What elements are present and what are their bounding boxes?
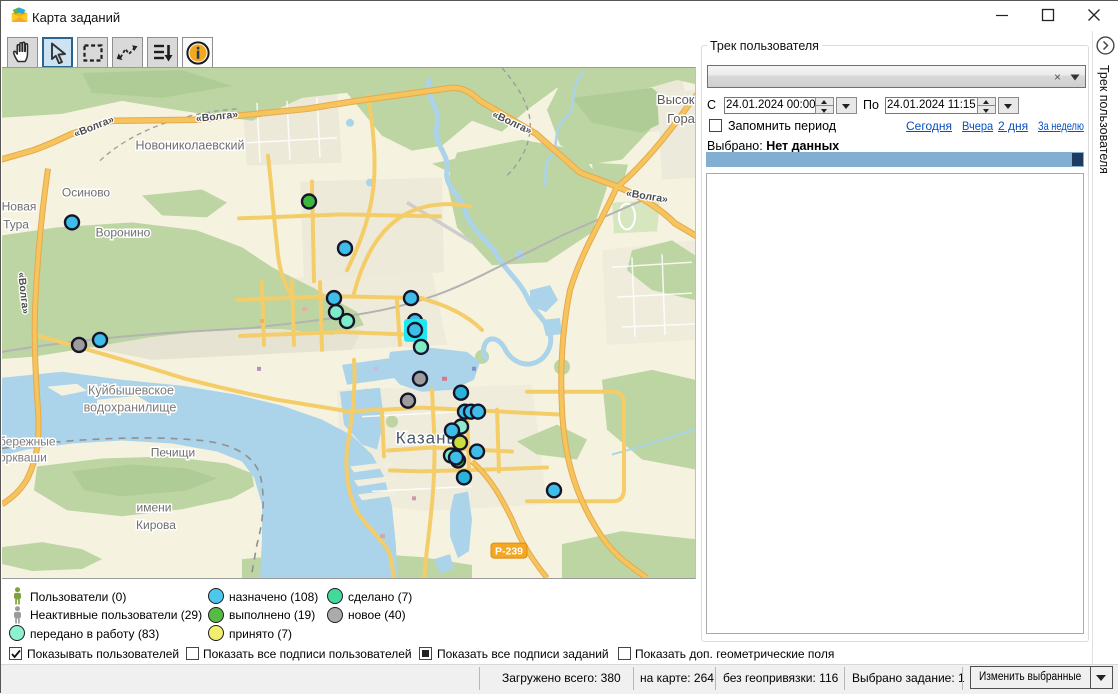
svg-text:Высокая: Высокая xyxy=(657,92,695,107)
svg-text:Тура: Тура xyxy=(3,217,29,231)
svg-text:бережные: бережные xyxy=(2,435,56,449)
svg-text:оркваши: оркваши xyxy=(2,450,47,464)
svg-text:Осиново: Осиново xyxy=(62,186,111,200)
svg-text:Кирова: Кирова xyxy=(136,518,176,532)
svg-text:имени: имени xyxy=(137,500,172,514)
svg-text:Воронино: Воронино xyxy=(96,225,151,239)
svg-text:водохранилище: водохранилище xyxy=(84,401,177,415)
svg-text:Р-239: Р-239 xyxy=(495,547,523,558)
svg-text:Гора: Гора xyxy=(667,111,695,126)
svg-text:Новониколаевский: Новониколаевский xyxy=(136,139,245,153)
svg-text:Куйбышевское: Куйбышевское xyxy=(88,384,174,398)
svg-text:Печищи: Печищи xyxy=(151,445,195,459)
svg-text:Новая: Новая xyxy=(2,199,36,213)
